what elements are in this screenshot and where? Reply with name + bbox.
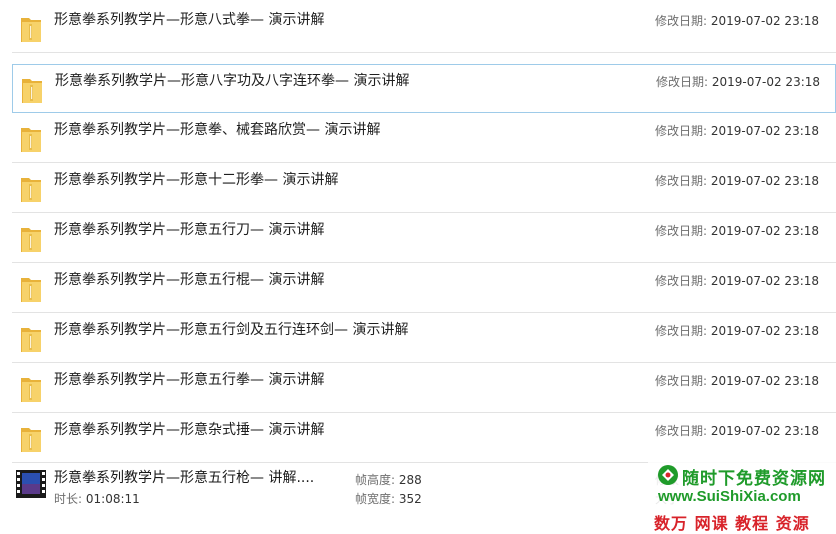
folder-row[interactable]: 形意拳系列教学片—形意五行拳— 演示讲解 修改日期: 2019-07-02 23… (12, 364, 836, 413)
video-frame-height: 帧高度: 288 (355, 473, 422, 487)
watermark-url: www.SuiShiXia.com (658, 488, 801, 505)
video-duration: 时长: 01:08:11 (54, 492, 140, 506)
folder-name: 形意拳系列教学片—形意五行剑及五行连环剑— 演示讲解 (54, 322, 409, 338)
folder-row[interactable]: 形意拳系列教学片—形意杂式捶— 演示讲解 修改日期: 2019-07-02 23… (12, 414, 836, 463)
watermark-site-name: 随时下免费资源网 (682, 469, 826, 489)
folder-icon (21, 378, 41, 402)
modified-date: 修改日期: 2019-07-02 23:18 (655, 124, 820, 138)
folder-name: 形意拳系列教学片—形意十二形拳— 演示讲解 (54, 172, 339, 188)
folder-name: 形意拳系列教学片—形意五行拳— 演示讲解 (54, 372, 325, 388)
folder-name: 形意拳系列教学片—形意八字功及八字连环拳— 演示讲解 (55, 73, 410, 89)
folder-row[interactable]: 形意拳系列教学片—形意五行棍— 演示讲解 修改日期: 2019-07-02 23… (12, 264, 836, 313)
modified-date: 修改日期: 2019-07-02 23:18 (655, 274, 820, 288)
folder-row[interactable]: 形意拳系列教学片—形意五行剑及五行连环剑— 演示讲解 修改日期: 2019-07… (12, 314, 836, 363)
folder-icon (22, 79, 42, 103)
modified-date: 修改日期: 2019-07-02 23:18 (655, 14, 820, 28)
folder-row-selected[interactable]: 形意拳系列教学片—形意八字功及八字连环拳— 演示讲解 修改日期: 2019-07… (12, 64, 836, 113)
folder-name: 形意拳系列教学片—形意八式拳— 演示讲解 (54, 12, 325, 28)
video-file-name: 形意拳系列教学片—形意五行枪— 讲解.... (54, 470, 315, 486)
watermark-logo-icon (658, 465, 678, 485)
modified-date: 修改日期: 2019-07-02 23:18 (655, 174, 820, 188)
video-frame-width: 帧宽度: 352 (355, 492, 422, 506)
folder-row[interactable]: 形意拳系列教学片—形意拳、械套路欣赏— 演示讲解 修改日期: 2019-07-0… (12, 114, 836, 163)
folder-row[interactable]: 形意拳系列教学片—形意十二形拳— 演示讲解 修改日期: 2019-07-02 2… (12, 164, 836, 213)
folder-name: 形意拳系列教学片—形意杂式捶— 演示讲解 (54, 422, 325, 438)
folder-icon (21, 18, 41, 42)
modified-date: 修改日期: 2019-07-02 23:18 (655, 324, 820, 338)
folder-name: 形意拳系列教学片—形意五行刀— 演示讲解 (54, 222, 325, 238)
modified-date: 修改日期: 2019-07-02 23:18 (655, 424, 820, 438)
file-list: 形意拳系列教学片—形意八式拳— 演示讲解 修改日期: 2019-07-02 23… (0, 0, 836, 534)
folder-icon (21, 328, 41, 352)
folder-icon (21, 228, 41, 252)
folder-row[interactable]: 形意拳系列教学片—形意五行刀— 演示讲解 修改日期: 2019-07-02 23… (12, 214, 836, 263)
folder-icon (21, 278, 41, 302)
folder-row[interactable]: 形意拳系列教学片—形意八式拳— 演示讲解 修改日期: 2019-07-02 23… (12, 4, 836, 53)
watermark: 随时下免费资源网 www.SuiShiXia.com 数万 网课 教程 资源 (648, 462, 836, 534)
folder-icon (21, 178, 41, 202)
folder-name: 形意拳系列教学片—形意五行棍— 演示讲解 (54, 272, 325, 288)
modified-date: 修改日期: 2019-07-02 23:18 (656, 75, 821, 89)
modified-date: 修改日期: 2019-07-02 23:18 (655, 224, 820, 238)
watermark-slogan: 数万 网课 教程 资源 (654, 514, 810, 533)
modified-date: 修改日期: 2019-07-02 23:18 (655, 374, 820, 388)
folder-icon (21, 128, 41, 152)
video-file-icon (16, 470, 46, 498)
folder-name: 形意拳系列教学片—形意拳、械套路欣赏— 演示讲解 (54, 122, 381, 138)
folder-icon (21, 428, 41, 452)
